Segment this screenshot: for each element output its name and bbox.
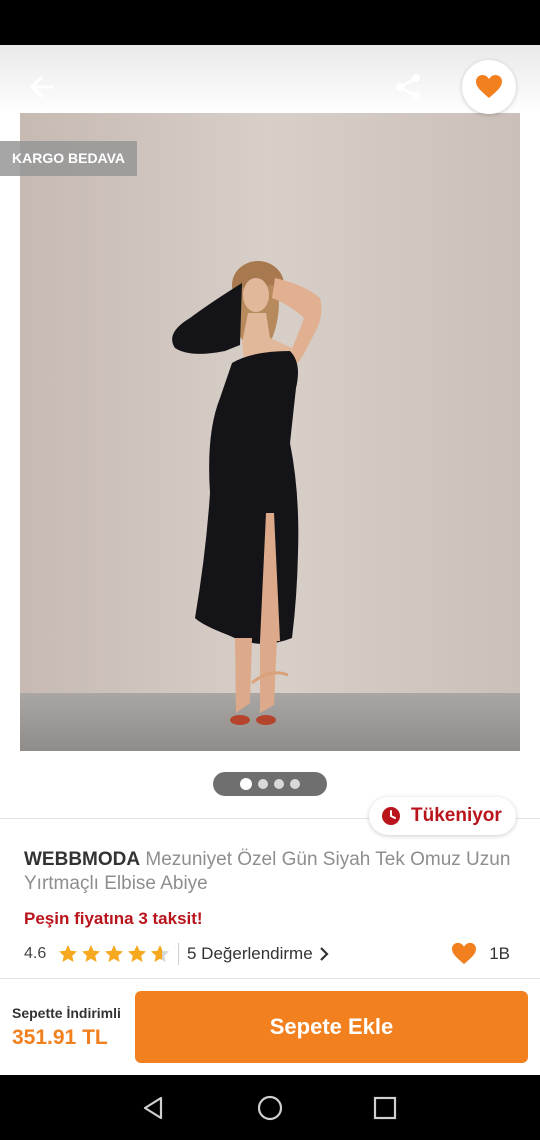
star-icon [151,945,169,962]
share-icon [396,74,420,100]
circle-home-icon [257,1095,283,1121]
square-recents-icon [373,1096,397,1120]
chevron-right-icon [319,947,329,961]
star-icon [59,945,77,962]
product-title: WEBBMODA Mezuniyet Özel Gün Siyah Tek Om… [24,848,516,896]
reviews-link[interactable]: 5 Değerlendirme [187,944,329,964]
cart-bar: Sepette İndirimli 351.91 TL Sepete Ekle [0,980,540,1075]
screen: KARGO BEDAVA Tükeniyor WEBBMODA Mezuniye… [0,0,540,1140]
arrow-left-icon [30,76,54,98]
stock-status-text: Tükeniyor [411,805,502,826]
gallery-pager[interactable] [213,772,327,796]
triangle-back-icon [143,1096,163,1120]
brand-name[interactable]: WEBBMODA [24,849,140,870]
heart-icon [476,75,502,98]
pager-dot-active[interactable] [240,778,252,790]
pager-dot[interactable] [258,779,268,789]
likes-count: 1B [489,944,510,963]
status-bar [0,0,540,45]
discount-label: Sepette İndirimli [12,1005,121,1021]
product-photo[interactable] [20,113,520,751]
clock-icon [382,807,400,825]
nav-back-button[interactable] [138,1092,170,1124]
separator [178,943,179,965]
back-button[interactable] [22,67,62,107]
star-icon [105,945,123,962]
heart-icon [452,942,477,965]
divider [0,978,540,979]
product-image [20,113,520,751]
likes[interactable]: 1B [451,940,510,968]
product-gallery[interactable]: KARGO BEDAVA [0,45,540,770]
pager-dot[interactable] [290,779,300,789]
nav-recents-button[interactable] [369,1092,401,1124]
star-icon [82,945,100,962]
share-button[interactable] [388,67,428,107]
pager-dot[interactable] [274,779,284,789]
stock-status-badge: Tükeniyor [369,797,516,835]
rating-row: 4.6 5 Değerlendirme 1B [24,940,516,968]
free-shipping-badge: KARGO BEDAVA [0,141,138,176]
nav-home-button[interactable] [254,1092,286,1124]
system-nav-bar [0,1075,540,1140]
star-icon [128,945,146,962]
add-to-cart-button[interactable]: Sepete Ekle [135,991,528,1063]
favorite-button[interactable] [462,60,516,114]
installment-info: Peşin fiyatına 3 taksit! [24,909,203,928]
rating-value: 4.6 [24,945,47,962]
reviews-count: 5 Değerlendirme [187,944,313,963]
rating-stars [58,944,170,964]
price: 351.91 TL [12,1026,108,1049]
